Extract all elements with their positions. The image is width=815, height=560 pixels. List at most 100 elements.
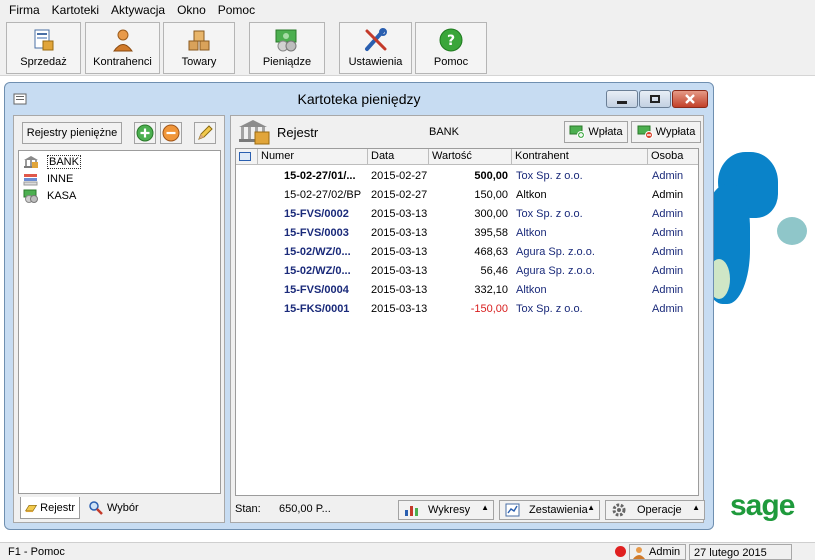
table-row[interactable]: 15-02/WZ/0... 2015-03-13 56,46 Agura Sp. z.…	[236, 262, 698, 281]
column-header-osoba[interactable]: Osoba	[648, 149, 700, 165]
menu-firma[interactable]: Firma	[3, 0, 46, 20]
table-row[interactable]: 15-02/WZ/0... 2015-03-13 468,63 Agura Sp. z…	[236, 243, 698, 262]
select-all-column[interactable]	[236, 149, 258, 165]
registers-pane: Rejestry pieniężne BANK INNE KASA Rejest…	[13, 115, 225, 523]
goods-button[interactable]: Towary	[163, 22, 235, 74]
cash-register-icon	[23, 189, 39, 203]
close-button[interactable]	[672, 90, 708, 108]
cell-numer: 15-02/WZ/0...	[284, 246, 351, 258]
cell-wartosc: 150,00	[474, 189, 508, 201]
table-row[interactable]: 15-FVS/0004 2015-03-13 332,10 Altkon Admin	[236, 281, 698, 300]
column-header-data[interactable]: Data	[368, 149, 429, 165]
settings-button[interactable]: Ustawienia	[339, 22, 412, 74]
table-row[interactable]: 15-02-27/01/... 2015-02-27 500,00 Tox Sp. z…	[236, 167, 698, 186]
withdraw-button[interactable]: Wypłata	[631, 121, 701, 143]
sales-button[interactable]: Sprzedaż	[6, 22, 81, 74]
cell-data: 2015-03-13	[371, 284, 428, 296]
cell-data: 2015-02-27	[371, 170, 428, 182]
withdraw-icon	[637, 125, 653, 139]
gear-icon	[612, 503, 626, 517]
stan-value: 650,00 P...	[279, 503, 331, 515]
status-help-hint: F1 - Pomoc	[8, 546, 65, 558]
deposit-button[interactable]: Wpłata	[564, 121, 628, 143]
tab-selection-label: Wybór	[107, 502, 139, 514]
menu-okno[interactable]: Okno	[171, 0, 212, 20]
goods-icon	[185, 27, 213, 53]
tree-item-label: BANK	[47, 155, 81, 169]
status-user-label: Admin	[649, 546, 681, 558]
maximize-button[interactable]	[639, 90, 671, 108]
cell-numer: 15-02-27/02/BP	[284, 189, 362, 201]
other-register-icon	[23, 172, 39, 186]
cell-wartosc: 56,46	[480, 265, 508, 277]
menu-aktywacja[interactable]: Aktywacja	[105, 0, 171, 20]
table-header: Numer Data Wartość Kontrahent Osoba	[236, 149, 698, 165]
remove-register-button[interactable]	[160, 122, 182, 144]
dropdown-arrow-icon: ▲	[692, 503, 700, 512]
cell-kontrahent: Tox Sp. z o.o.	[516, 208, 583, 220]
cell-wartosc: 500,00	[474, 170, 508, 182]
cell-kontrahent: Altkon	[516, 189, 547, 201]
pencil-icon	[198, 125, 213, 140]
sales-button-label: Sprzedaż	[20, 56, 67, 68]
help-icon: ?	[437, 27, 465, 53]
cell-numer: 15-02/WZ/0...	[284, 265, 351, 277]
column-header-kontrahent[interactable]: Kontrahent	[512, 149, 648, 165]
brand-logo: sage	[730, 489, 795, 522]
dropdown-arrow-icon: ▲	[481, 503, 489, 512]
maximize-icon	[650, 95, 660, 103]
money-icon	[273, 27, 301, 53]
operations-button[interactable]: Operacje ▲	[605, 500, 705, 520]
cell-kontrahent: Tox Sp. z o.o.	[516, 170, 583, 182]
table-row[interactable]: 15-FVS/0002 2015-03-13 300,00 Tox Sp. z o.o…	[236, 205, 698, 224]
search-icon	[89, 501, 103, 515]
money-button[interactable]: Pieniądze	[249, 22, 325, 74]
cell-osoba: Admin	[652, 284, 684, 296]
table-row[interactable]: 15-FKS/0001 2015-03-13 -150,00 Tox Sp. z o.…	[236, 300, 698, 319]
window-titlebar[interactable]: Kartoteka pieniędzy	[5, 83, 713, 113]
table-row[interactable]: 15-02-27/02/BP 2015-02-27 150,00 Altkon Admi…	[236, 186, 698, 205]
charts-button-label: Wykresy	[428, 504, 471, 516]
tree-item-inne[interactable]: INNE	[23, 171, 73, 187]
tree-item-bank[interactable]: BANK	[23, 154, 81, 170]
main-toolbar: Sprzedaż Kontrahenci Towary Pieniądze Us…	[0, 20, 815, 76]
status-date: 27 lutego 2015	[689, 544, 792, 560]
deposit-icon	[569, 125, 586, 139]
register-bank-icon	[237, 118, 271, 149]
table-row[interactable]: 15-FVS/0003 2015-03-13 395,58 Altkon Admin	[236, 224, 698, 243]
cell-osoba: Admin	[652, 170, 684, 182]
sales-icon	[30, 27, 58, 53]
charts-button[interactable]: Wykresy ▲	[398, 500, 494, 520]
add-register-button[interactable]	[134, 122, 156, 144]
minimize-button[interactable]	[606, 90, 638, 108]
column-header-numer[interactable]: Numer	[258, 149, 368, 165]
column-header-wartosc[interactable]: Wartość	[429, 149, 512, 165]
cell-numer: 15-FVS/0004	[284, 284, 349, 296]
bank-icon	[23, 155, 39, 169]
cell-osoba: Admin	[652, 303, 684, 315]
register-tab-icon	[25, 504, 38, 512]
reports-button[interactable]: Zestawienia ▲	[499, 500, 600, 520]
cell-data: 2015-03-13	[371, 265, 428, 277]
cell-wartosc: 300,00	[474, 208, 508, 220]
left-tabs: Rejestr Wybór	[18, 497, 221, 519]
help-button[interactable]: ? Pomoc	[415, 22, 487, 74]
tab-register-label: Rejestr	[40, 501, 75, 514]
tree-item-label: KASA	[47, 190, 77, 202]
add-icon	[136, 124, 154, 142]
menu-kartoteki[interactable]: Kartoteki	[46, 0, 105, 20]
tab-selection[interactable]: Wybór	[84, 497, 154, 519]
menu-pomoc[interactable]: Pomoc	[212, 0, 261, 20]
edit-register-button[interactable]	[194, 122, 216, 144]
select-all-icon	[239, 152, 251, 161]
cell-numer: 15-FVS/0003	[284, 227, 349, 239]
cell-kontrahent: Altkon	[516, 284, 547, 296]
register-value: BANK	[429, 126, 459, 138]
cell-data: 2015-03-13	[371, 208, 428, 220]
tab-register[interactable]: Rejestr	[20, 497, 80, 519]
cell-kontrahent: Agura Sp. z.o.o.	[516, 265, 595, 277]
tree-item-kasa[interactable]: KASA	[23, 188, 76, 204]
money-button-label: Pieniądze	[262, 56, 312, 68]
money-registers-button[interactable]: Rejestry pieniężne	[22, 122, 122, 144]
contractors-button[interactable]: Kontrahenci	[85, 22, 160, 74]
